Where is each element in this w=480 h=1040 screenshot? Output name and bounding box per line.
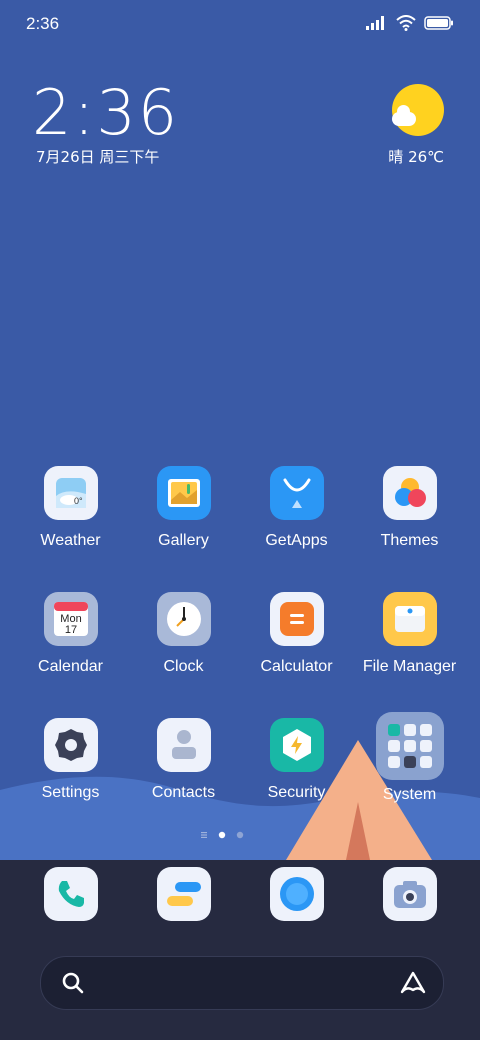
weather-widget[interactable]: 晴 26℃	[380, 84, 444, 168]
phone-icon	[58, 881, 84, 907]
app-weather[interactable]: 0° Weather	[14, 466, 127, 550]
clock-widget-time[interactable]: 2:36	[32, 76, 179, 149]
calendar-icon: Mon 17	[43, 592, 98, 646]
app-label: GetApps	[265, 532, 328, 549]
app-label: Calendar	[38, 658, 103, 675]
calendar-icon-date: 17	[64, 624, 76, 636]
weather-widget-text: 晴 26℃	[388, 148, 444, 166]
app-label: System	[382, 786, 437, 803]
home-screen: 2:36 2:36 7月26日 周三下午 晴 26℃ 0° Weather Ga…	[0, 0, 480, 1040]
browser-icon	[280, 877, 314, 911]
app-label: File Manager	[362, 658, 457, 675]
signal-icon	[366, 16, 384, 30]
app-calendar[interactable]: Mon 17 Calendar	[14, 592, 127, 676]
app-system-folder[interactable]: System	[353, 712, 466, 804]
status-time: 2:36	[26, 14, 60, 33]
app-gallery[interactable]: Gallery	[127, 466, 240, 550]
app-file-manager[interactable]: File Manager	[353, 592, 466, 676]
app-label: Weather	[40, 532, 101, 549]
system-folder-icon	[375, 712, 444, 780]
dock-browser[interactable]	[270, 867, 324, 921]
battery-icon	[424, 16, 453, 30]
calculator-icon	[269, 592, 324, 646]
file-manager-icon	[382, 592, 437, 646]
clock-icon	[156, 592, 211, 646]
app-getapps[interactable]: GetApps	[240, 466, 353, 550]
weather-icon-badge: 0°	[74, 496, 83, 506]
app-label: Contacts	[151, 784, 216, 801]
app-settings[interactable]: Settings	[14, 718, 127, 802]
status-bar: 2:36	[0, 0, 480, 50]
search-icon	[62, 972, 84, 994]
assistant-icon[interactable]	[399, 970, 427, 996]
gallery-icon	[156, 466, 211, 520]
app-label: Gallery	[158, 532, 209, 549]
app-label: Calculator	[260, 658, 333, 675]
cloud-icon	[392, 105, 416, 126]
app-label: Clock	[163, 658, 204, 675]
dock-camera[interactable]	[383, 867, 437, 921]
dock-phone[interactable]	[44, 867, 98, 921]
settings-icon	[43, 718, 98, 772]
dock	[0, 860, 480, 1040]
search-bar[interactable]	[40, 956, 444, 1010]
app-label: Settings	[41, 784, 100, 801]
app-clock[interactable]: Clock	[127, 592, 240, 676]
app-contacts[interactable]: Contacts	[127, 718, 240, 802]
clock-widget-date: 7月26日 周三下午	[36, 148, 160, 166]
themes-icon	[382, 466, 437, 520]
page-indicator[interactable]	[198, 830, 258, 840]
status-icons	[366, 15, 454, 31]
security-icon	[269, 718, 324, 772]
weather-icon: 0°	[43, 466, 98, 520]
app-calculator[interactable]: Calculator	[240, 592, 353, 676]
contacts-icon	[156, 718, 211, 772]
app-label: Themes	[380, 532, 439, 549]
app-themes[interactable]: Themes	[353, 466, 466, 550]
messages-icon	[167, 882, 201, 906]
camera-icon	[394, 881, 426, 908]
app-label: Security	[267, 784, 326, 801]
dock-messages[interactable]	[157, 867, 211, 921]
app-security[interactable]: Security	[240, 718, 353, 802]
wifi-icon	[396, 15, 416, 31]
getapps-icon	[269, 466, 324, 520]
